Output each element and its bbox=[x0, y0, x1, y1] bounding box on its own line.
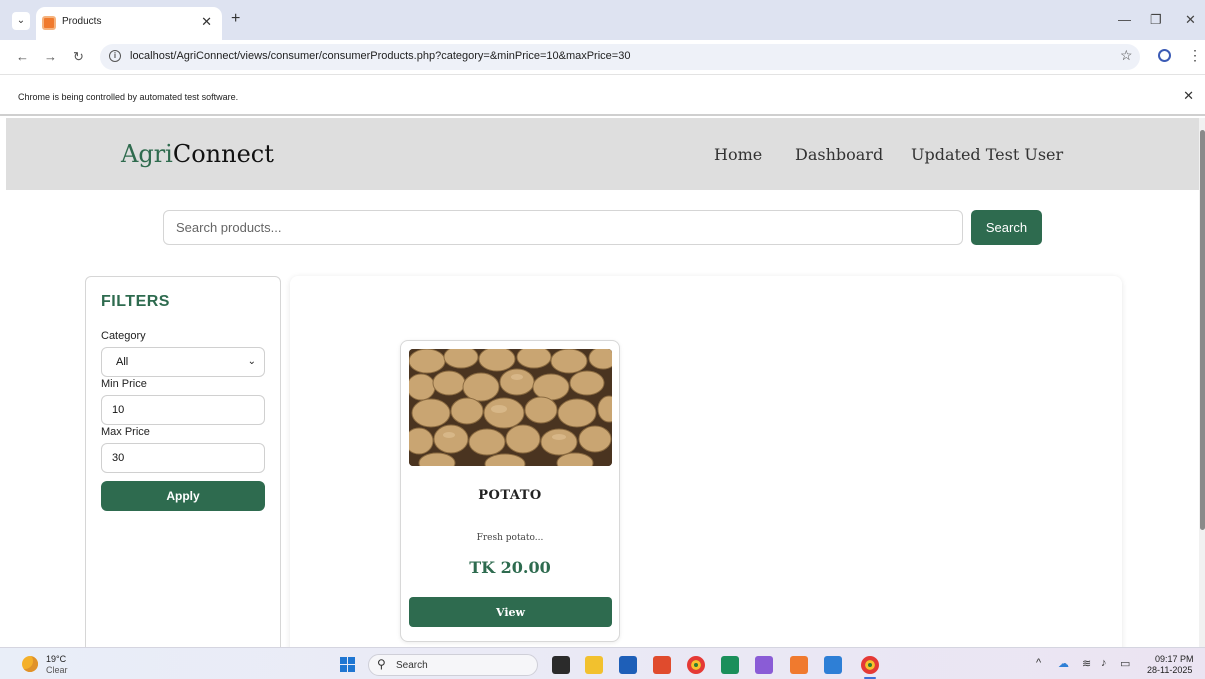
profile-icon[interactable] bbox=[1158, 49, 1171, 62]
task-view-icon[interactable] bbox=[552, 656, 570, 674]
max-price-input[interactable] bbox=[101, 443, 265, 473]
product-description: Fresh potato... bbox=[476, 533, 544, 543]
taskbar-search-text: Search bbox=[396, 660, 428, 671]
scrollbar-thumb[interactable] bbox=[1200, 130, 1205, 530]
browser-tab-strip: ⌄ Products ✕ + — ❐ ✕ bbox=[0, 0, 1205, 40]
apply-filters-button[interactable]: Apply bbox=[101, 481, 265, 511]
nav-user-profile[interactable]: Updated Test User bbox=[911, 145, 1063, 164]
minimize-icon[interactable]: — bbox=[1118, 12, 1131, 27]
chevron-down-icon: ⌄ bbox=[247, 356, 256, 367]
clock-date[interactable]: 28-11-2025 bbox=[1147, 665, 1192, 675]
automation-notice: Chrome is being controlled by automated … bbox=[18, 92, 239, 102]
tab-title: Products bbox=[62, 16, 102, 27]
view-product-button[interactable]: View bbox=[409, 597, 612, 627]
search-button[interactable]: Search bbox=[971, 210, 1042, 245]
bookmark-star-icon[interactable]: ☆ bbox=[1120, 47, 1133, 64]
url-text[interactable]: localhost/AgriConnect/views/consumer/con… bbox=[130, 50, 630, 62]
category-selected-value: All bbox=[116, 356, 129, 368]
nav-home[interactable]: Home bbox=[714, 145, 762, 164]
battery-icon[interactable]: ▭ bbox=[1120, 657, 1130, 670]
taskbar-search[interactable]: ⚲ Search bbox=[368, 654, 538, 676]
filters-panel: FILTERS Category All ⌄ Min Price Max Pri… bbox=[85, 276, 281, 647]
infobar-close-icon[interactable]: ✕ bbox=[1183, 88, 1194, 104]
office-app-icon[interactable] bbox=[653, 656, 671, 674]
product-price: TK 20.00 bbox=[469, 558, 551, 577]
address-bar[interactable]: i localhost/AgriConnect/views/consumer/c… bbox=[100, 44, 1140, 70]
site-header: AgriConnect Home Dashboard Updated Test … bbox=[6, 118, 1199, 190]
tab-search-icon[interactable]: ⌄ bbox=[12, 12, 30, 30]
browser-toolbar: ← → ↻ i localhost/AgriConnect/views/cons… bbox=[0, 40, 1205, 74]
filters-title: FILTERS bbox=[101, 293, 170, 310]
min-price-label: Min Price bbox=[101, 378, 147, 390]
windows-taskbar: 19°C Clear ⚲ Search ^ ☁ ≋ ♪ ▭ 09:17 PM 2… bbox=[0, 647, 1205, 679]
potato-image bbox=[409, 349, 612, 466]
min-price-input[interactable] bbox=[101, 395, 265, 425]
browser-tab[interactable]: Products ✕ bbox=[36, 7, 222, 40]
tray-chevron-icon[interactable]: ^ bbox=[1036, 657, 1041, 669]
brand-logo[interactable]: AgriConnect bbox=[121, 140, 274, 168]
product-card: POTATO Fresh potato... TK 20.00 View bbox=[400, 340, 620, 642]
browser-menu-icon[interactable]: ⋮ bbox=[1188, 47, 1202, 64]
automation-infobar: Chrome is being controlled by automated … bbox=[0, 74, 1205, 116]
back-icon[interactable]: ← bbox=[16, 49, 29, 64]
xampp-favicon-icon bbox=[42, 16, 56, 30]
window-close-icon[interactable]: ✕ bbox=[1185, 12, 1196, 28]
pycharm-icon[interactable] bbox=[721, 656, 739, 674]
max-price-label: Max Price bbox=[101, 426, 150, 438]
product-name: POTATO bbox=[478, 488, 542, 503]
site-info-icon[interactable]: i bbox=[109, 50, 121, 62]
chrome-icon[interactable] bbox=[687, 656, 705, 674]
category-label: Category bbox=[101, 330, 146, 342]
search-icon: ⚲ bbox=[377, 657, 386, 671]
weather-condition: Clear bbox=[46, 665, 68, 675]
weather-moon-icon[interactable] bbox=[22, 656, 38, 672]
category-select[interactable]: All ⌄ bbox=[101, 347, 265, 377]
volume-icon[interactable]: ♪ bbox=[1101, 657, 1107, 669]
forward-icon[interactable]: → bbox=[44, 49, 57, 64]
brand-suffix: Connect bbox=[172, 140, 274, 168]
xampp-icon[interactable] bbox=[790, 656, 808, 674]
search-input[interactable] bbox=[163, 210, 963, 245]
onedrive-icon[interactable]: ☁ bbox=[1058, 657, 1069, 670]
product-image bbox=[409, 349, 612, 466]
restore-icon[interactable]: ❐ bbox=[1150, 12, 1162, 28]
clock-time[interactable]: 09:17 PM bbox=[1155, 654, 1194, 664]
windows-start-icon[interactable] bbox=[340, 657, 355, 672]
reload-icon[interactable]: ↻ bbox=[73, 49, 84, 65]
chrome-active-icon[interactable] bbox=[861, 656, 879, 674]
nav-dashboard[interactable]: Dashboard bbox=[795, 145, 883, 164]
weather-temperature: 19°C bbox=[46, 654, 67, 664]
new-tab-icon[interactable]: + bbox=[231, 10, 240, 28]
wifi-icon[interactable]: ≋ bbox=[1082, 657, 1091, 670]
page-viewport: AgriConnect Home Dashboard Updated Test … bbox=[0, 118, 1199, 647]
tab-close-icon[interactable]: ✕ bbox=[201, 14, 212, 30]
store-icon[interactable] bbox=[619, 656, 637, 674]
outlook-icon[interactable] bbox=[824, 656, 842, 674]
file-explorer-icon[interactable] bbox=[585, 656, 603, 674]
brand-prefix: Agri bbox=[121, 140, 173, 168]
visual-studio-icon[interactable] bbox=[755, 656, 773, 674]
